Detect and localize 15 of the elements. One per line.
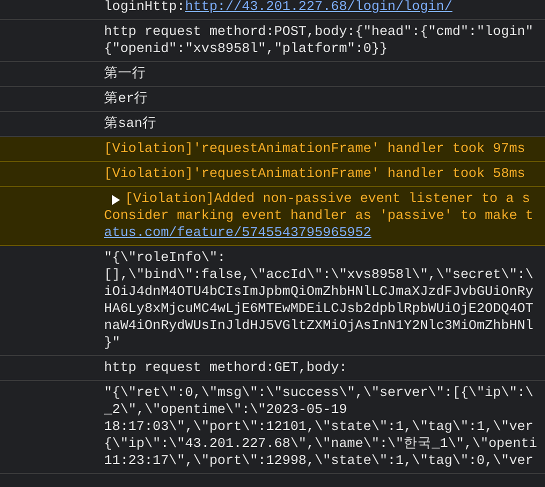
link[interactable]: atus.com/feature/5745543795965952 [104,225,372,242]
log-message: 第一行 [104,66,146,83]
log-message: 第san行 [104,116,156,133]
log-message: http request methord:POST,body:{"head":{"cmd":"login" {"openid":"xvs8958l","platform":0}} [104,24,534,58]
log-message: "{\"roleInfo\": [],\"bind\":false,\"accId\":\"xvs8958l\",\"secret\":\ iOiJ4dnM4OTU4bCIsImJpbmQiOmZhbHNlLCJmaXJzdFJvbGUiOnRy HA6Ly8xMjcuMC4wLjE6MTEwMDEiLCJsb2dpblRpbWUiOjE2ODQ4OT naW4iOnRydWUsInJldHJ5VGltZXMiOjAsInN1Y2Nlc3MiOmZhbHNl }" [104,250,534,352]
expand-arrow-icon[interactable] [112,194,120,204]
warning-message: [Violation]'requestAnimationFrame' handler took 58ms [104,166,526,183]
link[interactable]: http://43.201.227.68/login/login/ [185,0,452,15]
log-message: 第er行 [104,91,148,108]
log-message: loginHttp: [104,0,186,16]
warning-message: [Violation]Added non-passive event listener to a s [125,191,530,208]
warning-message: Consider marking event handler as 'passive' to make t [104,208,534,225]
log-message: http request methord:GET,body: [104,360,348,377]
warning-message: [Violation]'requestAnimationFrame' handler took 97ms [104,141,526,158]
log-message: "{\"ret\":0,\"msg\":\"success\",\"server\":[{\"ip\":\ _2\",\"opentime\":\"2023-05-19 18:17:03\",\"port\":12101,\"state\":1,\"tag\":1,\"ver {\"ip\":\"43.201.227.68\",\"name\":\"한국_1\",\"openti 11:23:17\",\"port\":12998,\"state\":1,\"tag\":0,\"ver [104,385,538,470]
